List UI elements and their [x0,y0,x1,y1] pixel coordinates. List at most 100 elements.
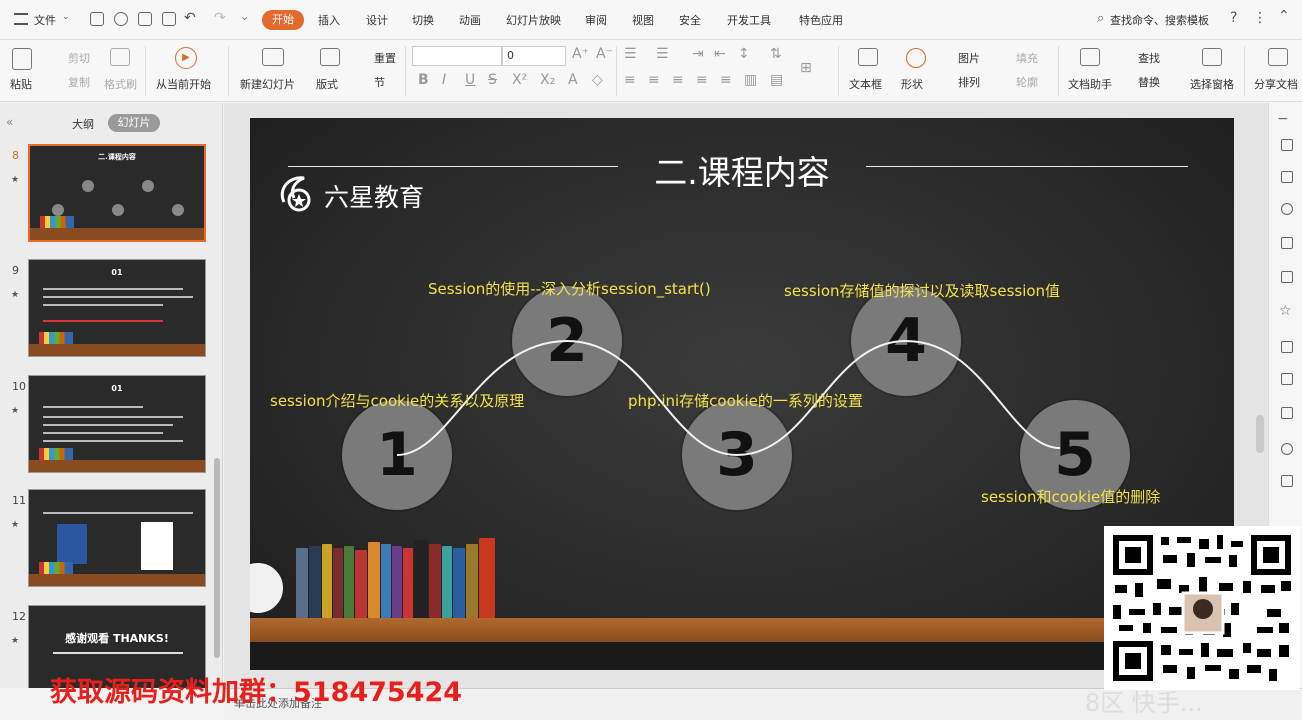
step-label-2[interactable]: Session的使用--深入分析session_start() [428,278,711,299]
copy-button[interactable]: 复制 [68,74,90,90]
slide-thumbnail-9[interactable]: 01 [28,259,206,357]
strikethrough-icon[interactable]: S [488,72,497,88]
select-pane-icon[interactable] [1202,48,1222,66]
share-button[interactable]: 分享文档 [1254,76,1298,92]
tab-outline[interactable]: 大纲 [72,116,94,132]
save-icon[interactable] [90,12,104,26]
tab-view[interactable]: 视图 [632,12,654,28]
tab-slideshow[interactable]: 幻灯片放映 [506,12,561,28]
select-pane-button[interactable]: 选择窗格 [1190,76,1234,92]
font-family-select[interactable] [412,46,502,66]
superscript-icon[interactable]: X² [512,72,527,88]
share-icon[interactable] [1281,341,1293,353]
bullets-icon[interactable]: ☰ [624,46,637,62]
step-label-1[interactable]: session介绍与cookie的关系以及原理 [270,390,524,411]
align-right-icon[interactable]: ≡ [672,72,684,88]
play-from-current-button[interactable]: 从当前开始 [156,76,211,92]
text-box-button[interactable]: 文本框 [849,76,882,92]
shape-button[interactable]: 形状 [901,76,923,92]
section-button[interactable]: 节 [374,74,385,90]
outline-button[interactable]: 轮廓 [1016,74,1038,90]
text-box-icon[interactable] [858,48,878,66]
tab-developer[interactable]: 开发工具 [727,12,771,28]
copy-icon[interactable] [1281,171,1293,183]
subscript-icon[interactable]: X₂ [540,72,555,88]
command-search[interactable]: 查找命令、搜索模板 [1110,12,1209,28]
slide[interactable]: 二.课程内容 六星教育 1 2 3 4 5 session介绍与cookie的关… [250,118,1234,670]
adjust-icon[interactable] [1281,237,1293,249]
chevron-down-icon[interactable]: ⌄ [62,12,70,22]
slide-thumbnail-10[interactable]: 01 [28,375,206,473]
slide-scrollbar[interactable] [1256,415,1264,453]
clear-format-icon[interactable]: ◇ [592,72,603,88]
star-icon[interactable]: ☆ [1279,303,1292,319]
customize-icon[interactable]: ⌄ [240,10,249,23]
tools-icon[interactable] [1281,475,1293,487]
collapse-icon[interactable]: ⌃ [1278,8,1290,24]
text-align-icon[interactable]: ▤ [770,72,783,88]
shape-panel-icon[interactable] [1281,203,1293,215]
menu-file[interactable]: 文件 [34,12,56,28]
tab-animation[interactable]: 动画 [459,12,481,28]
layout-button[interactable]: 版式 [316,76,338,92]
doc-helper-button[interactable]: 文档助手 [1068,76,1112,92]
help-icon[interactable]: ? [1230,10,1237,26]
export-icon[interactable] [114,12,128,26]
find-button[interactable]: 查找 [1138,50,1160,66]
align-center-icon[interactable]: ≡ [648,72,660,88]
search-icon[interactable]: ⌕ [1097,11,1104,26]
indent-icon[interactable]: ⇥ [692,46,704,62]
audio-icon[interactable] [1281,407,1293,419]
slide-thumbnail-8[interactable]: 二.课程内容 [28,144,206,242]
decrease-font-icon[interactable]: A⁻ [596,46,613,62]
redo-icon[interactable]: ↷ [214,10,226,26]
more-icon[interactable]: ⋮ [1253,10,1267,26]
template-icon[interactable] [1281,271,1293,283]
tab-insert[interactable]: 插入 [318,12,340,28]
font-color-icon[interactable]: A [568,72,578,88]
outdent-icon[interactable]: ⇤ [714,46,726,62]
smart-art-icon[interactable]: ⊞ [800,60,812,76]
step-label-4[interactable]: session存储值的探讨以及读取session值 [784,280,1060,301]
collapse-panel-icon[interactable]: « [6,115,13,129]
cut-button[interactable]: 剪切 [68,50,90,66]
tab-features[interactable]: 特色应用 [799,12,843,28]
step-label-5[interactable]: session和cookie值的删除 [981,486,1160,507]
print-icon[interactable] [138,12,152,26]
format-painter-icon[interactable] [110,48,130,66]
image-icon[interactable] [1281,373,1293,385]
tab-design[interactable]: 设计 [366,12,388,28]
minus-icon[interactable]: − [1277,111,1289,127]
font-size-select[interactable]: 0 [502,46,566,66]
justify-icon[interactable]: ≡ [696,72,708,88]
distribute-icon[interactable]: ≡ [720,72,732,88]
numbering-icon[interactable]: ☰ [656,46,669,62]
paste-button[interactable]: 粘贴 [10,76,32,92]
paste-icon[interactable] [12,48,32,70]
shape-icon[interactable] [906,48,926,68]
pin-icon[interactable] [1281,139,1293,151]
text-direction-icon[interactable]: ⇅ [770,46,782,62]
fill-button[interactable]: 填充 [1016,50,1038,66]
undo-icon[interactable]: ↶ [184,10,196,26]
settings-icon[interactable] [1281,443,1293,455]
menu-icon[interactable] [14,13,28,25]
replace-button[interactable]: 替换 [1138,74,1160,90]
format-painter-button[interactable]: 格式刷 [104,76,137,92]
align-left-icon[interactable]: ≡ [624,72,636,88]
increase-font-icon[interactable]: A⁺ [572,46,589,62]
italic-icon[interactable]: I [442,72,446,88]
step-label-3[interactable]: php.ini存储cookie的一系列的设置 [628,390,863,411]
new-slide-button[interactable]: 新建幻灯片 [240,76,295,92]
line-spacing-icon[interactable]: ↕ [738,46,750,62]
doc-helper-icon[interactable] [1080,48,1100,66]
play-icon[interactable]: ▶ [175,47,197,69]
tab-review[interactable]: 审阅 [585,12,607,28]
layout-icon[interactable] [320,48,340,66]
print-preview-icon[interactable] [162,12,176,26]
tab-slides[interactable]: 幻灯片 [108,114,160,132]
picture-button[interactable]: 图片 [958,50,980,66]
bold-icon[interactable]: B [418,72,429,88]
underline-icon[interactable]: U [465,72,475,88]
thumbnail-scrollbar[interactable] [214,458,220,658]
